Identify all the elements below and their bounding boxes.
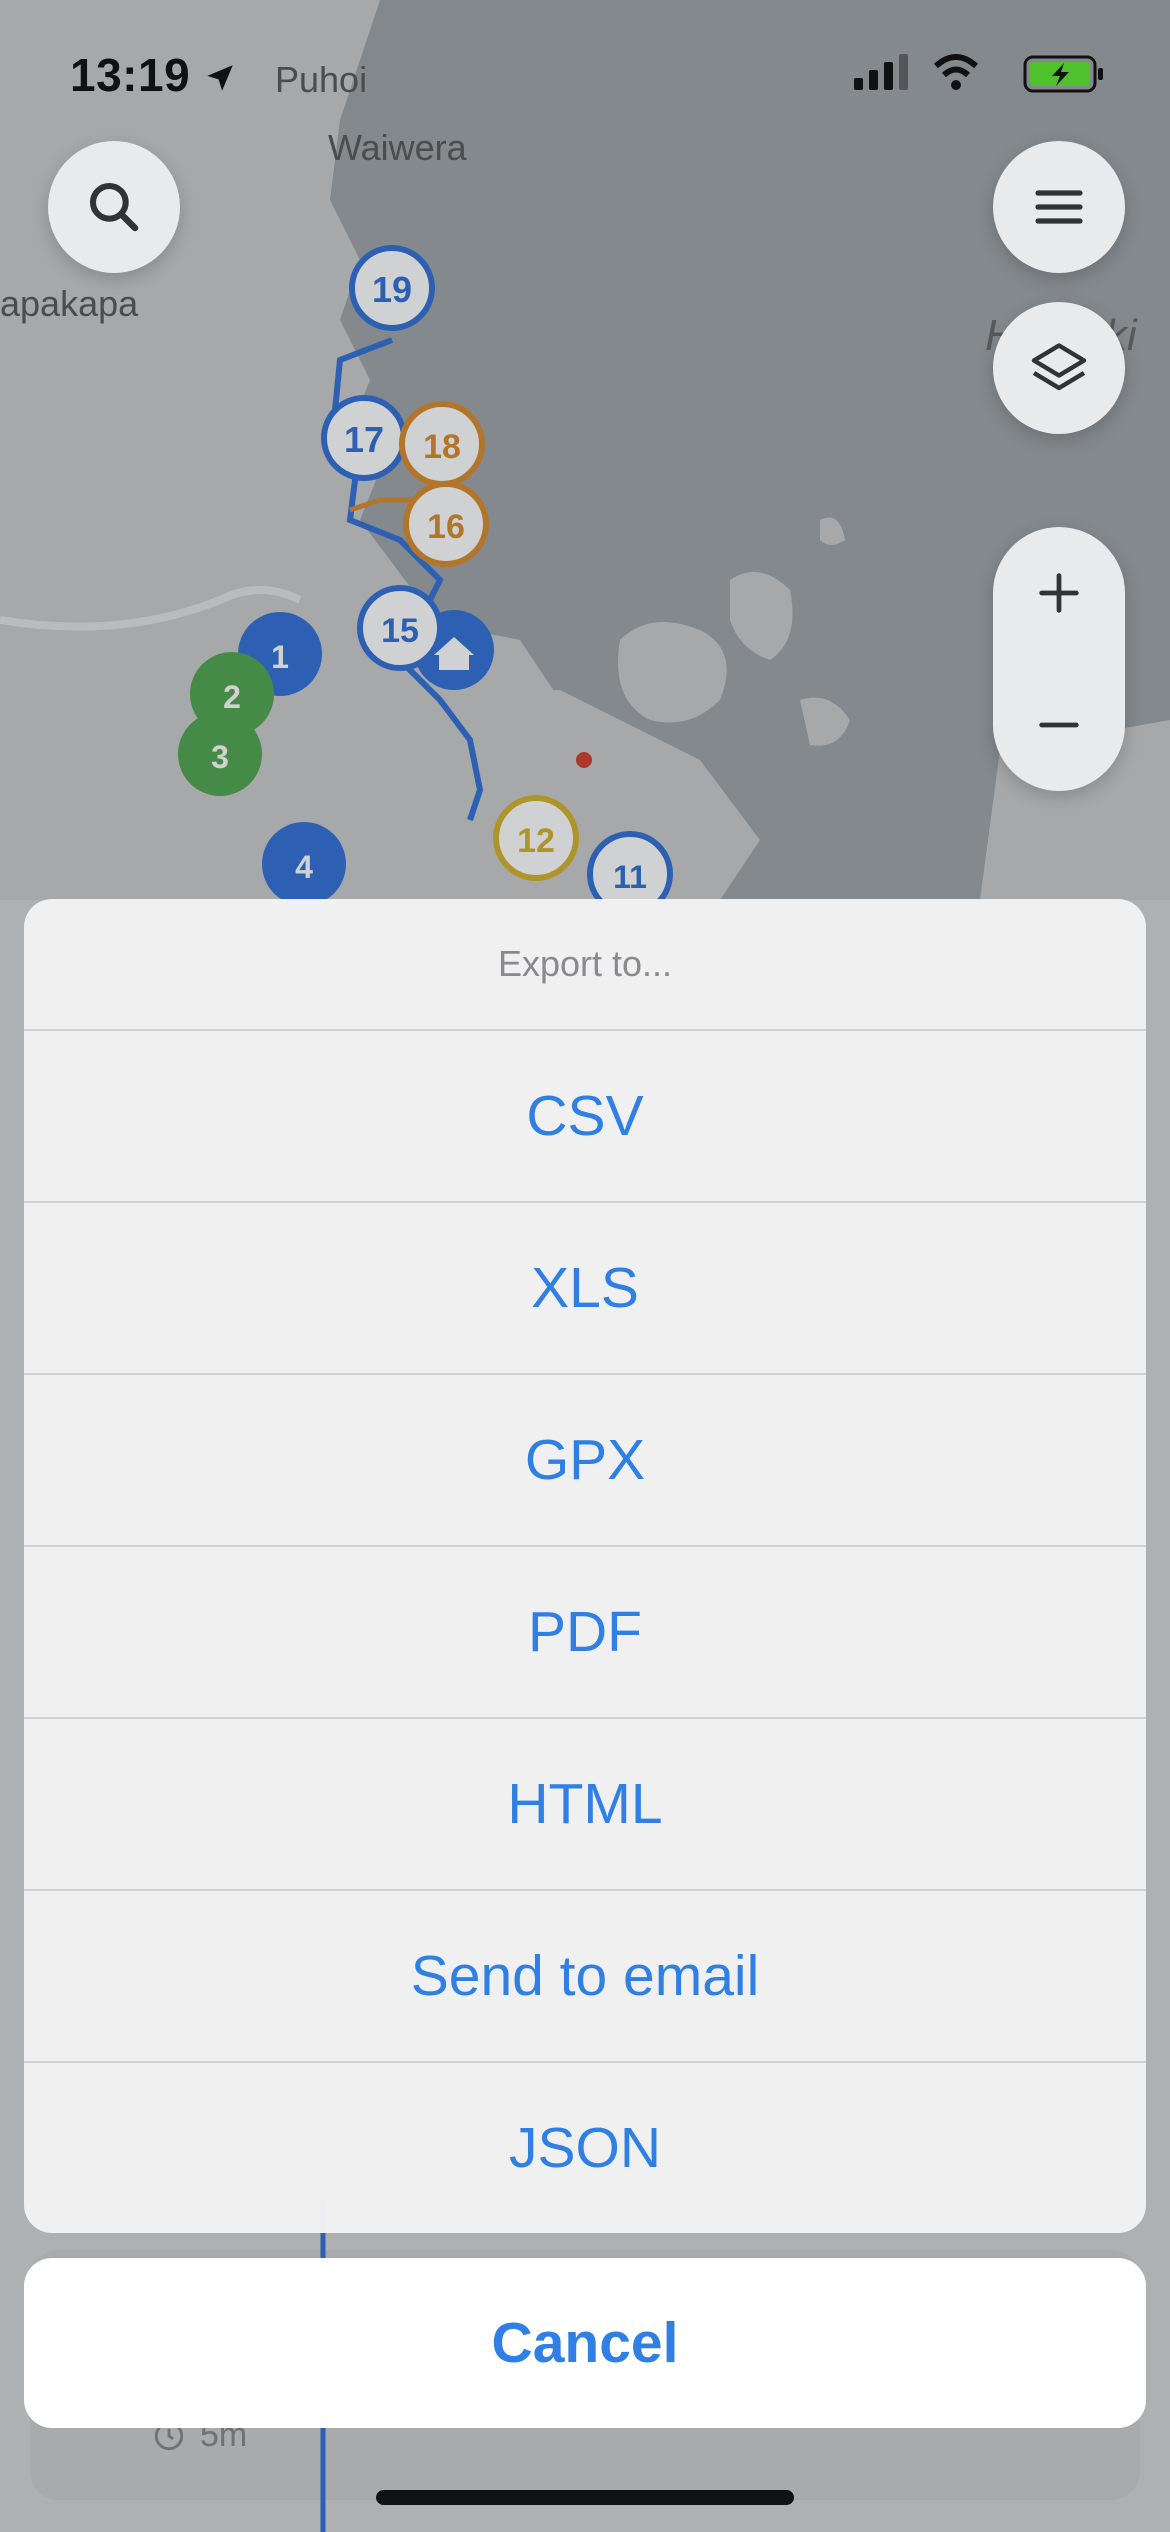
svg-text:18: 18 [423, 428, 461, 466]
export-csv-option[interactable]: CSV [24, 1031, 1146, 1203]
svg-text:16: 16 [427, 508, 465, 546]
svg-text:3: 3 [211, 739, 229, 775]
svg-text:4: 4 [295, 849, 313, 885]
place-label-puhoi: Puhoi [275, 59, 367, 100]
plus-icon [1039, 573, 1079, 613]
search-button[interactable] [48, 141, 180, 273]
action-sheet-title: Export to... [24, 899, 1146, 1031]
minus-icon [1039, 722, 1079, 728]
map-marker-18[interactable]: 18 [399, 401, 485, 487]
map-layers-button[interactable] [993, 302, 1125, 434]
cancel-button[interactable]: Cancel [24, 2258, 1146, 2428]
layers-icon [1031, 343, 1087, 391]
hamburger-icon [1035, 190, 1083, 224]
search-icon [89, 182, 139, 232]
map-marker-15[interactable]: 15 [357, 585, 443, 671]
cellular-signal-icon [854, 54, 908, 90]
map-marker-16[interactable]: 16 [403, 481, 489, 567]
export-html-option[interactable]: HTML [24, 1719, 1146, 1891]
svg-text:19: 19 [372, 269, 412, 310]
svg-text:11: 11 [613, 859, 647, 895]
svg-text:12: 12 [517, 822, 555, 860]
map-marker-4[interactable]: 4 [262, 822, 346, 906]
export-xls-option[interactable]: XLS [24, 1203, 1146, 1375]
map-marker-12[interactable]: 12 [493, 795, 579, 881]
map-marker-17[interactable]: 17 [321, 395, 407, 481]
zoom-out-button[interactable] [993, 659, 1125, 791]
export-action-sheet: Export to... CSV XLS GPX PDF HTML Send t… [24, 899, 1146, 2233]
svg-text:17: 17 [344, 419, 384, 460]
status-time: 13:19 [70, 48, 237, 102]
send-to-email-option[interactable]: Send to email [24, 1891, 1146, 2063]
svg-text:15: 15 [381, 612, 419, 650]
status-icons [854, 52, 1114, 101]
export-pdf-option[interactable]: PDF [24, 1547, 1146, 1719]
wifi-icon [933, 54, 979, 90]
export-gpx-option[interactable]: GPX [24, 1375, 1146, 1547]
svg-text:1: 1 [271, 639, 289, 675]
battery-charging-icon [1023, 55, 1103, 93]
place-label-apakapa: apakapa [0, 283, 139, 324]
svg-text:2: 2 [223, 679, 241, 715]
zoom-control [993, 527, 1125, 791]
place-label-waiwera: Waiwera [328, 127, 468, 168]
zoom-in-button[interactable] [993, 527, 1125, 659]
map-marker-3[interactable]: 3 [178, 712, 262, 796]
home-indicator[interactable] [376, 2490, 794, 2505]
export-json-option[interactable]: JSON [24, 2063, 1146, 2233]
map-marker-19[interactable]: 19 [349, 245, 435, 331]
location-arrow-icon [207, 65, 234, 91]
menu-button[interactable] [993, 141, 1125, 273]
